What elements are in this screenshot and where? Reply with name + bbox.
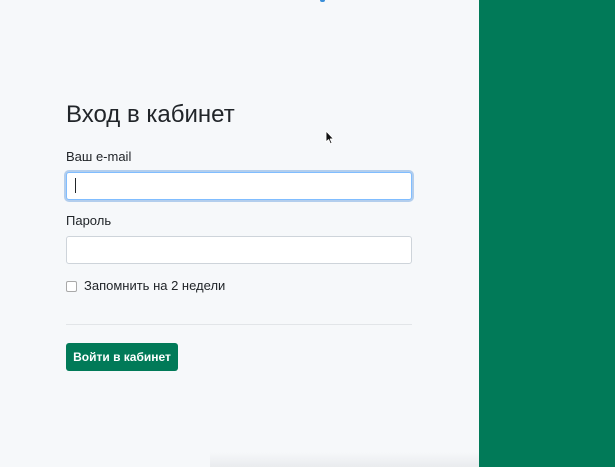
remember-me-label[interactable]: Запомнить на 2 недели	[84, 278, 225, 294]
email-field[interactable]	[66, 172, 412, 200]
form-divider	[66, 324, 412, 325]
login-panel	[0, 0, 479, 467]
page-title: Вход в кабинет	[66, 101, 235, 128]
login-button[interactable]: Войти в кабинет	[66, 343, 178, 371]
password-label: Пароль	[66, 213, 112, 228]
remember-me-checkbox[interactable]	[66, 280, 77, 292]
password-field[interactable]	[66, 236, 412, 264]
bottom-shadow	[210, 452, 479, 467]
remember-me-row[interactable]: Запомнить на 2 недели	[66, 278, 225, 294]
text-caret	[75, 178, 76, 193]
email-label: Ваш e-mail	[66, 149, 132, 164]
brand-side-panel	[479, 0, 615, 467]
mouse-pointer-icon	[325, 130, 335, 145]
